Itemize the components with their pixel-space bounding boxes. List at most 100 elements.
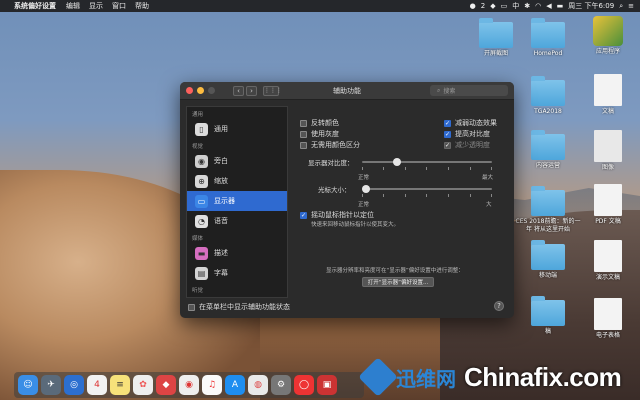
desktop-icon[interactable]: 应用程序 bbox=[578, 16, 638, 56]
notification-badge[interactable]: 2 bbox=[481, 2, 485, 10]
contrast-slider-knob[interactable] bbox=[392, 158, 401, 166]
safari-icon[interactable]: ◎ bbox=[64, 375, 84, 395]
show-all-grid-icon[interactable]: ⋮⋮⋮ bbox=[263, 85, 282, 96]
folder-icon bbox=[531, 186, 565, 216]
tick bbox=[448, 167, 449, 170]
desktop-icon[interactable]: HomePod bbox=[518, 18, 578, 58]
checkbox-box bbox=[188, 303, 195, 311]
cursor-size-slider-knob[interactable] bbox=[362, 185, 370, 193]
forward-button[interactable]: › bbox=[246, 85, 257, 96]
desktop-icon-label: 演示文稿 bbox=[595, 274, 620, 281]
close-button[interactable] bbox=[186, 87, 193, 94]
chrome-icon[interactable]: ◍ bbox=[248, 375, 268, 395]
reduce-motion-checkbox[interactable]: ✓ 减弱动态效果 bbox=[444, 118, 497, 128]
desktop-icon[interactable]: 电子表格 bbox=[578, 298, 638, 340]
contrast-max-label: 最大 bbox=[482, 175, 494, 181]
desktop-icon[interactable]: 开屏截图 bbox=[466, 18, 526, 58]
reduce-transparency-checkbox[interactable]: ✓ 减少透明度 bbox=[444, 140, 490, 150]
menu-window[interactable]: 窗口 bbox=[112, 1, 126, 11]
desktop-icon[interactable]: CES 2018前瞻：新的一年 将从这里开始 bbox=[514, 186, 582, 234]
sidebar-item-label: 旁白 bbox=[214, 157, 228, 165]
cursor-min-label: 正常 bbox=[358, 202, 370, 208]
title-bar[interactable]: ‹ › ⋮⋮⋮ 辅助功能 ⌕ 搜索 bbox=[180, 82, 514, 100]
menu-edit[interactable]: 编辑 bbox=[66, 1, 80, 11]
notes-icon[interactable]: ≡ bbox=[110, 375, 130, 395]
clipboard-icon[interactable]: ◆ bbox=[490, 2, 495, 10]
cursor-size-slider[interactable] bbox=[362, 185, 492, 193]
checkbox-box bbox=[300, 141, 307, 149]
app-store-icon[interactable]: A bbox=[225, 375, 245, 395]
tick bbox=[405, 167, 406, 170]
increase-contrast-checkbox[interactable]: ✓ 提高对比度 bbox=[444, 129, 490, 139]
checkbox-box: ✓ bbox=[300, 211, 307, 219]
sidebar-item-zoom[interactable]: ⊕ 缩放 bbox=[187, 171, 287, 191]
search-icon[interactable]: ⌕ bbox=[619, 2, 623, 11]
checkbox-label: 反转颜色 bbox=[311, 119, 339, 127]
menu-view[interactable]: 显示 bbox=[89, 1, 103, 11]
image-icon bbox=[594, 130, 622, 162]
system-preferences-icon[interactable]: ⚙ bbox=[271, 375, 291, 395]
desktop-icon-label: HomePod bbox=[533, 50, 563, 57]
battery-icon[interactable]: ▬ bbox=[557, 2, 564, 10]
reminders-icon[interactable]: ◉ bbox=[179, 375, 199, 395]
input-method[interactable]: 中 bbox=[512, 1, 519, 11]
sidebar: 通用 ▯ 通用 视觉 ◉ 旁白 ⊕ 缩放 ▭ 显示器 ◔ 语音 媒体 ▬ 描述 … bbox=[186, 106, 288, 298]
sidebar-item-descriptions[interactable]: ▬ 描述 bbox=[187, 243, 287, 263]
invert-colors-checkbox[interactable]: 反转颜色 bbox=[300, 118, 339, 128]
sidebar-item-general[interactable]: ▯ 通用 bbox=[187, 119, 287, 139]
shake-to-locate-checkbox[interactable]: ✓ 摇动鼠标指针以定位 bbox=[300, 210, 374, 220]
watermark-cn: 迅维网 bbox=[396, 366, 456, 391]
tick bbox=[448, 194, 449, 197]
desktop-icon[interactable]: 内容运营 bbox=[518, 130, 578, 170]
desktop-icon[interactable]: 文稿 bbox=[578, 74, 638, 116]
app-icon[interactable]: ▣ bbox=[317, 375, 337, 395]
music-icon[interactable]: ♫ bbox=[202, 375, 222, 395]
contrast-slider[interactable] bbox=[362, 158, 492, 166]
show-in-menu-bar-checkbox[interactable]: 在菜单栏中显示辅助功能状态 bbox=[188, 302, 290, 312]
minimize-button[interactable] bbox=[197, 87, 204, 94]
grayscale-checkbox[interactable]: 使用灰度 bbox=[300, 129, 339, 139]
checkbox-box bbox=[300, 130, 307, 138]
desktop-icon[interactable]: PDF 文稿 bbox=[578, 184, 638, 226]
open-display-preferences-button[interactable]: 打开“显示器”偏好设置... bbox=[362, 277, 434, 287]
sidebar-item-display[interactable]: ▭ 显示器 bbox=[187, 191, 287, 211]
folder-icon bbox=[531, 18, 565, 48]
sidebar-item-voiceover[interactable]: ◉ 旁白 bbox=[187, 151, 287, 171]
desktop-icon[interactable]: 演示文稿 bbox=[578, 240, 638, 282]
search-field[interactable]: ⌕ 搜索 bbox=[430, 85, 508, 96]
watermark: 迅维网 Chinafix.com bbox=[358, 354, 622, 400]
sidebar-item-speech[interactable]: ◔ 语音 bbox=[187, 211, 287, 231]
back-button[interactable]: ‹ bbox=[233, 85, 244, 96]
desktop-icon[interactable]: TGA2018 bbox=[518, 76, 578, 116]
differentiate-without-color-checkbox[interactable]: 无需用颜色区分 bbox=[300, 140, 360, 150]
volume-icon[interactable]: ◀ bbox=[546, 2, 551, 10]
desktop-icon[interactable]: 稿 bbox=[518, 296, 578, 336]
menu-list-icon[interactable]: ≡ bbox=[628, 2, 634, 10]
tick bbox=[362, 194, 363, 197]
document-icon bbox=[594, 74, 622, 106]
section-vision: 视觉 bbox=[192, 144, 204, 150]
desktop-icon[interactable]: 移动端 bbox=[518, 240, 578, 280]
help-button[interactable]: ? bbox=[494, 301, 504, 311]
voiceover-icon: ◉ bbox=[195, 154, 208, 168]
display-icon: ▭ bbox=[195, 194, 208, 208]
folder-icon bbox=[531, 130, 565, 160]
menu-help[interactable]: 帮助 bbox=[135, 1, 149, 11]
sidebar-item-captions[interactable]: ▤ 字幕 bbox=[187, 263, 287, 283]
wechat-icon[interactable]: ● bbox=[470, 2, 476, 10]
app-icon[interactable]: ◆ bbox=[156, 375, 176, 395]
descriptions-icon: ▬ bbox=[195, 246, 208, 260]
desktop-icon-label: 应用程序 bbox=[595, 48, 620, 55]
calendar-icon[interactable]: 4 bbox=[87, 375, 107, 395]
display-icon[interactable]: ▭ bbox=[501, 2, 508, 10]
wifi-icon[interactable]: ◠ bbox=[535, 2, 541, 10]
bluetooth-icon[interactable]: ✱ bbox=[524, 2, 530, 10]
desktop-icon[interactable]: 图像 bbox=[578, 130, 638, 172]
netease-music-icon[interactable]: ◯ bbox=[294, 375, 314, 395]
menu-clock[interactable]: 周三 下午6:09 bbox=[568, 1, 614, 11]
menu-app-name[interactable]: 系统偏好设置 bbox=[14, 1, 56, 11]
finder-icon[interactable]: ☺ bbox=[18, 375, 38, 395]
zoom-button[interactable] bbox=[208, 87, 215, 94]
photos-icon[interactable]: ✿ bbox=[133, 375, 153, 395]
launchpad-icon[interactable]: ✈ bbox=[41, 375, 61, 395]
